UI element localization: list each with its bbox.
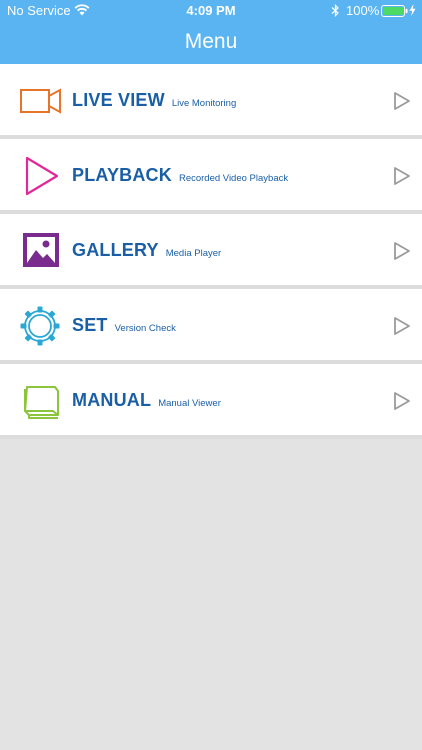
- menu-item-subtitle: Live Monitoring: [171, 98, 237, 109]
- menu-item-subtitle: Recorded Video Playback: [178, 173, 289, 184]
- page-title: Menu: [184, 30, 238, 53]
- bluetooth-icon: [331, 4, 340, 20]
- menu-item-subtitle: Version Check: [114, 323, 176, 334]
- menu-item-playback[interactable]: PLAYBACK Recorded Video Playback: [0, 139, 422, 214]
- menu-list: LIVE VIEW Live Monitoring PLAYBACK Recorde…: [0, 64, 422, 439]
- menu-item-subtitle: Manual Viewer: [158, 398, 221, 409]
- menu-item-live-view[interactable]: LIVE VIEW Live Monitoring: [0, 64, 422, 139]
- navigation-header: No Service 4:09 PM 100% Menu: [0, 0, 422, 64]
- play-arrow-icon[interactable]: [392, 91, 412, 116]
- menu-item-title: GALLERY: [72, 240, 159, 260]
- play-arrow-icon[interactable]: [392, 241, 412, 266]
- menu-item-set[interactable]: SET Version Check: [0, 289, 422, 364]
- play-arrow-icon[interactable]: [392, 316, 412, 341]
- menu-item-gallery[interactable]: GALLERY Media Player: [0, 214, 422, 289]
- menu-item-label: PLAYBACK Recorded Video Playback: [72, 165, 288, 186]
- video-camera-icon: [19, 81, 63, 121]
- book-icon: [19, 381, 63, 421]
- play-arrow-icon[interactable]: [392, 166, 412, 191]
- battery-icon: [381, 5, 408, 20]
- play-arrow-icon[interactable]: [392, 391, 412, 416]
- menu-item-manual[interactable]: MANUAL Manual Viewer: [0, 364, 422, 439]
- menu-item-title: LIVE VIEW: [72, 90, 165, 110]
- menu-item-label: GALLERY Media Player: [72, 240, 221, 261]
- charging-icon: [409, 4, 416, 19]
- play-icon: [19, 156, 63, 196]
- menu-item-label: MANUAL Manual Viewer: [72, 390, 221, 411]
- menu-item-label: SET Version Check: [72, 315, 176, 336]
- menu-item-title: PLAYBACK: [72, 165, 172, 185]
- menu-item-title: MANUAL: [72, 390, 152, 410]
- image-icon: [19, 231, 63, 271]
- status-bar: No Service 4:09 PM 100%: [0, 0, 422, 22]
- menu-item-title: SET: [72, 315, 108, 335]
- menu-item-subtitle: Media Player: [165, 248, 222, 259]
- gear-icon: [19, 306, 63, 346]
- battery-percentage: 100%: [346, 3, 380, 18]
- menu-item-label: LIVE VIEW Live Monitoring: [72, 90, 236, 111]
